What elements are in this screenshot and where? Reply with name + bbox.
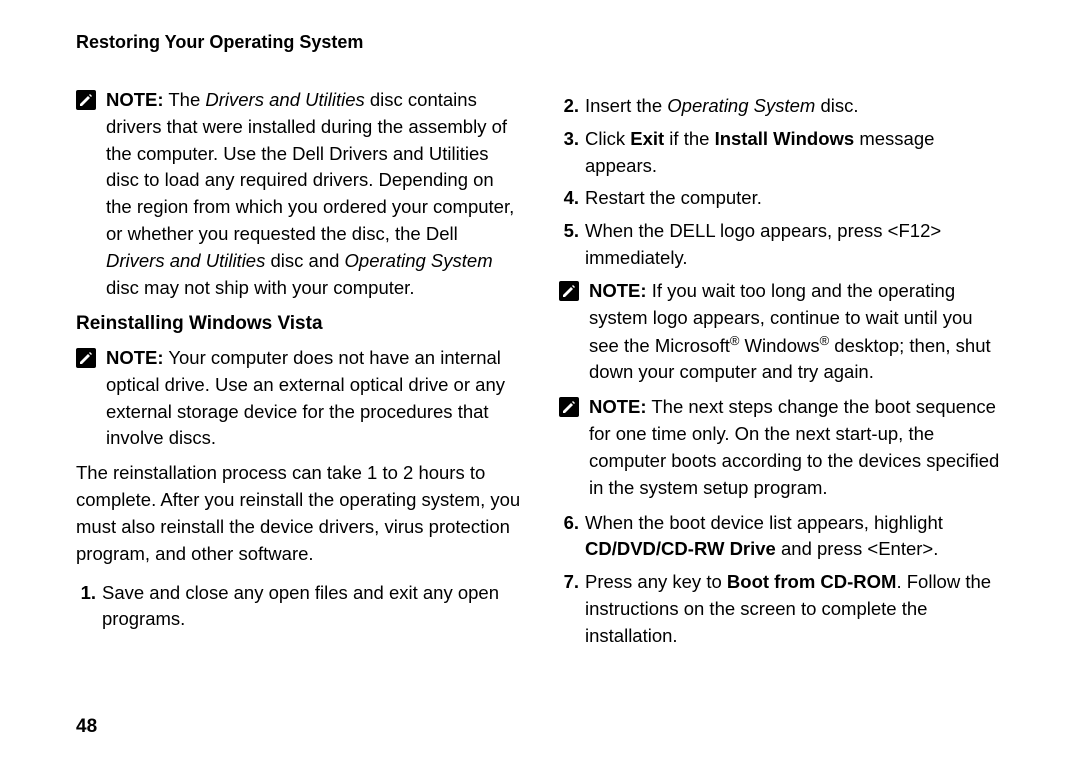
manual-page: Restoring Your Operating System NOTE: Th… xyxy=(0,0,1080,766)
step-number: 6. xyxy=(559,510,579,564)
page-header: Restoring Your Operating System xyxy=(76,32,1004,53)
subheading-reinstall: Reinstalling Windows Vista xyxy=(76,310,521,338)
step-number: 2. xyxy=(559,93,579,120)
step-1: 1. Save and close any open files and exi… xyxy=(76,580,521,634)
pencil-icon xyxy=(559,281,579,301)
note-label: NOTE: xyxy=(106,89,164,110)
note-wait-too-long: NOTE: If you wait too long and the opera… xyxy=(559,278,1004,386)
note-boot-sequence: NOTE: The next steps change the boot seq… xyxy=(559,394,1004,501)
right-column: 2. Insert the Operating System disc. 3. … xyxy=(559,87,1004,656)
reinstall-duration-paragraph: The reinstallation process can take 1 to… xyxy=(76,460,521,567)
note-text: NOTE: The Drivers and Utilities disc con… xyxy=(106,87,521,302)
pencil-icon xyxy=(559,397,579,417)
two-column-layout: NOTE: The Drivers and Utilities disc con… xyxy=(76,87,1004,656)
step-text: Save and close any open files and exit a… xyxy=(102,580,521,634)
steps-list-right-a: 2. Insert the Operating System disc. 3. … xyxy=(559,93,1004,272)
step-text: Click Exit if the Install Windows messag… xyxy=(585,126,1004,180)
step-3: 3. Click Exit if the Install Windows mes… xyxy=(559,126,1004,180)
pencil-icon xyxy=(76,90,96,110)
note-label: NOTE: xyxy=(106,347,164,368)
step-text: When the boot device list appears, highl… xyxy=(585,510,1004,564)
step-text: Press any key to Boot from CD-ROM. Follo… xyxy=(585,569,1004,649)
note-label: NOTE: xyxy=(589,280,647,301)
step-text: Restart the computer. xyxy=(585,185,1004,212)
note-text: NOTE: If you wait too long and the opera… xyxy=(589,278,1004,386)
steps-list-right-b: 6. When the boot device list appears, hi… xyxy=(559,510,1004,650)
steps-list-left: 1. Save and close any open files and exi… xyxy=(76,580,521,634)
note-no-optical-drive: NOTE: Your computer does not have an int… xyxy=(76,345,521,452)
pencil-icon xyxy=(76,348,96,368)
page-number: 48 xyxy=(76,716,97,738)
left-column: NOTE: The Drivers and Utilities disc con… xyxy=(76,87,521,656)
note-text: NOTE: The next steps change the boot seq… xyxy=(589,394,1004,501)
step-text: Insert the Operating System disc. xyxy=(585,93,1004,120)
step-7: 7. Press any key to Boot from CD-ROM. Fo… xyxy=(559,569,1004,649)
step-2: 2. Insert the Operating System disc. xyxy=(559,93,1004,120)
note-label: NOTE: xyxy=(589,396,647,417)
step-text: When the DELL logo appears, press <F12> … xyxy=(585,218,1004,272)
step-number: 7. xyxy=(559,569,579,649)
step-number: 1. xyxy=(76,580,96,634)
step-number: 4. xyxy=(559,185,579,212)
step-number: 3. xyxy=(559,126,579,180)
step-number: 5. xyxy=(559,218,579,272)
step-4: 4. Restart the computer. xyxy=(559,185,1004,212)
note-text: NOTE: Your computer does not have an int… xyxy=(106,345,521,452)
note-drivers-utilities: NOTE: The Drivers and Utilities disc con… xyxy=(76,87,521,302)
step-5: 5. When the DELL logo appears, press <F1… xyxy=(559,218,1004,272)
step-6: 6. When the boot device list appears, hi… xyxy=(559,510,1004,564)
